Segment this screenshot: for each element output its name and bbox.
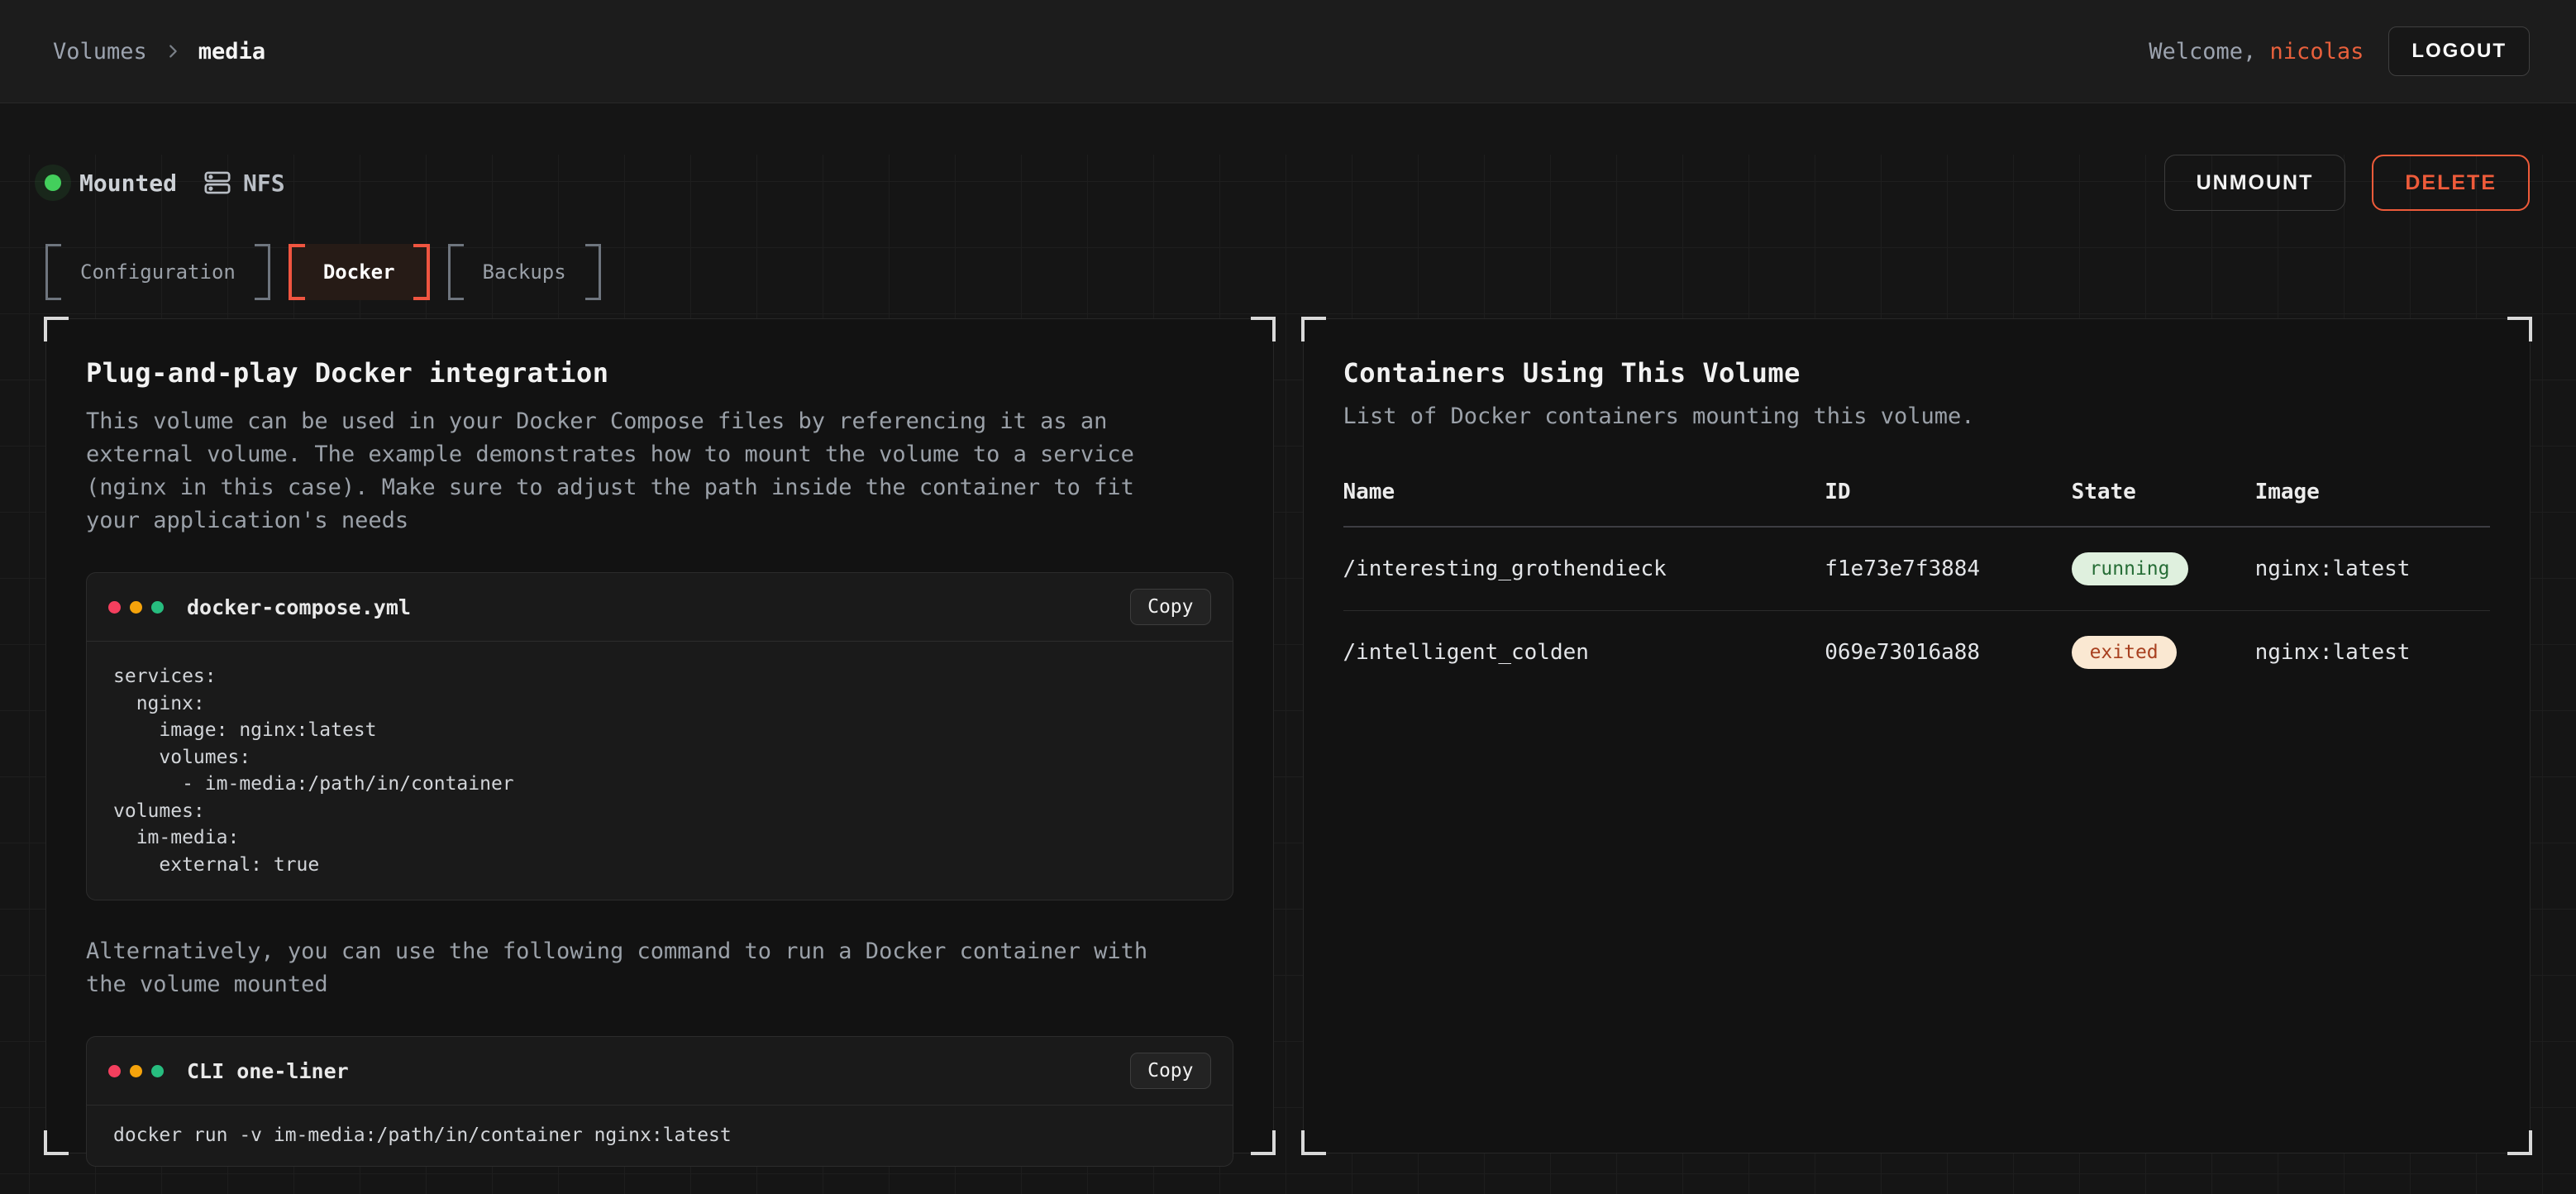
containers-table-header-row: Name ID State Image xyxy=(1343,480,2491,527)
container-image: nginx:latest xyxy=(2255,527,2490,611)
compose-filename: docker-compose.yml xyxy=(187,595,411,619)
top-bar: Volumes media Welcome, nicolas LOGOUT xyxy=(0,0,2576,103)
content-panels: Plug-and-play Docker integration This vo… xyxy=(45,318,2531,1153)
column-header-name: Name xyxy=(1343,480,1825,527)
cli-code-content: docker run -v im-media:/path/in/containe… xyxy=(87,1106,1233,1166)
compose-code-content: services: nginx: image: nginx:latest vol… xyxy=(87,642,1233,900)
chevron-right-icon xyxy=(164,42,182,60)
server-stack-icon xyxy=(203,169,231,197)
compose-code-header: docker-compose.yml Copy xyxy=(87,573,1233,642)
breadcrumb-volumes-link[interactable]: Volumes xyxy=(53,39,147,64)
container-id: 069e73016a88 xyxy=(1825,611,2071,695)
volume-actions: UNMOUNT DELETE xyxy=(2164,155,2530,211)
volume-status-row: Mounted NFS UNMOUNT DELETE xyxy=(0,155,2576,211)
delete-button[interactable]: DELETE xyxy=(2372,155,2530,211)
breadcrumb: Volumes media xyxy=(53,39,265,64)
cli-intro-text: Alternatively, you can use the following… xyxy=(86,935,1161,1001)
status-badge: exited xyxy=(2072,636,2177,669)
fs-type-label: NFS xyxy=(243,170,285,197)
containers-panel-title: Containers Using This Volume xyxy=(1343,357,2491,389)
containers-panel: Containers Using This Volume List of Doc… xyxy=(1303,318,2531,1153)
cli-code-block: CLI one-liner Copy docker run -v im-medi… xyxy=(86,1036,1233,1167)
welcome-text: Welcome, nicolas xyxy=(2149,39,2364,64)
column-header-id: ID xyxy=(1825,480,2071,527)
filesystem-type: NFS xyxy=(203,169,285,197)
green-dot-icon xyxy=(151,601,164,614)
containers-table: Name ID State Image /interesting_grothen… xyxy=(1343,480,2491,694)
container-name: /interesting_grothendieck xyxy=(1343,527,1825,611)
green-dot-icon xyxy=(151,1065,164,1077)
table-row: /interesting_grothendieck f1e73e7f3884 r… xyxy=(1343,527,2491,611)
username: nicolas xyxy=(2270,39,2364,64)
copy-compose-button[interactable]: Copy xyxy=(1130,589,1210,625)
container-name: /intelligent_colden xyxy=(1343,611,1825,695)
unmount-button[interactable]: UNMOUNT xyxy=(2164,155,2346,211)
panel-corner-bracket xyxy=(1301,1130,1326,1155)
table-row: /intelligent_colden 069e73016a88 exited … xyxy=(1343,611,2491,695)
mount-status-label: Mounted xyxy=(79,170,177,197)
panel-corner-bracket xyxy=(1251,1130,1276,1155)
docker-panel-description: This volume can be used in your Docker C… xyxy=(86,405,1161,537)
header-right: Welcome, nicolas LOGOUT xyxy=(2149,26,2530,76)
containers-panel-subtitle: List of Docker containers mounting this … xyxy=(1343,400,2418,433)
panel-corner-bracket xyxy=(1301,317,1326,341)
breadcrumb-current-volume: media xyxy=(198,39,265,64)
volume-status: Mounted NFS xyxy=(45,169,285,197)
panel-corner-bracket xyxy=(44,317,69,341)
container-id: f1e73e7f3884 xyxy=(1825,527,2071,611)
status-badge: running xyxy=(2072,552,2188,585)
cli-code-header: CLI one-liner Copy xyxy=(87,1037,1233,1106)
container-image: nginx:latest xyxy=(2255,611,2490,695)
docker-integration-panel: Plug-and-play Docker integration This vo… xyxy=(45,318,1274,1153)
column-header-image: Image xyxy=(2255,480,2490,527)
volume-tabs: Configuration Docker Backups xyxy=(0,244,2576,300)
logout-button[interactable]: LOGOUT xyxy=(2388,26,2530,76)
yellow-dot-icon xyxy=(130,601,142,614)
main-area: Mounted NFS UNMOUNT DELETE Configuration… xyxy=(0,155,2576,1194)
panel-corner-bracket xyxy=(2507,317,2532,341)
copy-cli-button[interactable]: Copy xyxy=(1130,1053,1210,1089)
traffic-light-dots xyxy=(108,1065,164,1077)
panel-corner-bracket xyxy=(2507,1130,2532,1155)
panel-corner-bracket xyxy=(44,1130,69,1155)
red-dot-icon xyxy=(108,601,121,614)
panel-corner-bracket xyxy=(1251,317,1276,341)
traffic-light-dots xyxy=(108,601,164,614)
mounted-status-dot xyxy=(45,174,61,191)
tab-configuration[interactable]: Configuration xyxy=(45,244,270,300)
column-header-state: State xyxy=(2072,480,2255,527)
red-dot-icon xyxy=(108,1065,121,1077)
cli-block-title: CLI one-liner xyxy=(187,1059,349,1083)
compose-code-block: docker-compose.yml Copy services: nginx:… xyxy=(86,572,1233,900)
yellow-dot-icon xyxy=(130,1065,142,1077)
docker-panel-title: Plug-and-play Docker integration xyxy=(86,357,1233,389)
tab-backups[interactable]: Backups xyxy=(448,244,601,300)
tab-docker[interactable]: Docker xyxy=(289,244,430,300)
